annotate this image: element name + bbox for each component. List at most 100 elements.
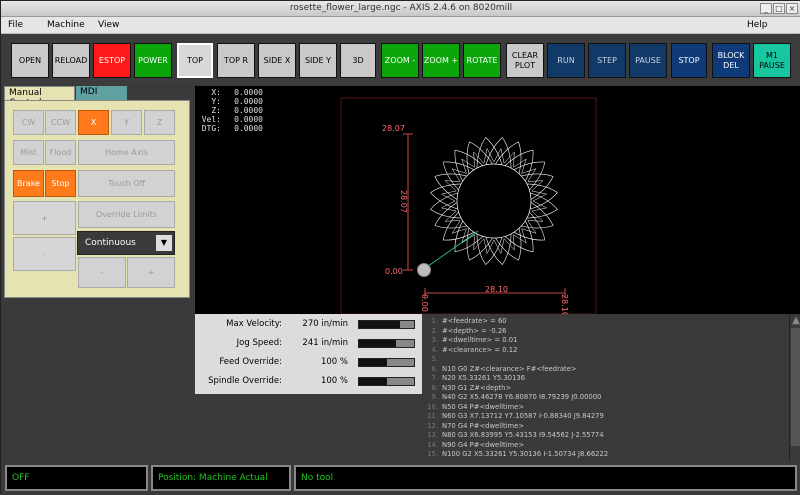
gcode-line-text: N60 G3 X7.13712 Y7.10587 I-0.88340 J9.84… <box>442 412 604 420</box>
gcode-line-text: N80 G3 X6.83995 Y5.43153 I9.54562 J-2.55… <box>442 431 604 439</box>
spindle-stop-button[interactable]: Stop <box>45 170 76 197</box>
toolbar-button-rotate[interactable]: ROTATE <box>463 43 501 78</box>
gcode-line-text: N20 X5.33261 Y5.30136 <box>442 374 526 382</box>
mist-button[interactable]: Mist <box>13 140 44 165</box>
toolbar-button-run[interactable]: RUN <box>547 43 585 78</box>
status-row: Jog Speed: 241 in/min <box>195 334 422 353</box>
gcode-line-number: 15. <box>427 450 438 458</box>
toolbar-button-power[interactable]: POWER <box>134 43 172 78</box>
gcode-line-number: 6. <box>431 364 439 373</box>
gcode-line[interactable]: 1. #<feedrate> = 60 <box>427 317 507 327</box>
toolbar-button-zoom[interactable]: ZOOM + <box>422 43 460 78</box>
status-bar: OFF Position: Machine Actual No tool <box>1 462 800 495</box>
status-label: Max Velocity: <box>226 319 282 329</box>
plot-extents-box <box>340 97 597 314</box>
toolbar-button-side-y[interactable]: SIDE Y <box>299 43 337 78</box>
toolbar-button-estop[interactable]: ESTOP <box>93 43 131 78</box>
status-value: 241 in/min <box>302 338 348 348</box>
spindle-decrease-button[interactable]: - <box>13 237 76 271</box>
toolbar-button-top-r[interactable]: TOP R <box>217 43 255 78</box>
toolbar-button-open[interactable]: OPEN <box>11 43 49 78</box>
gcode-line[interactable]: 13. N80 G3 X6.83995 Y5.43153 I9.54562 J-2… <box>427 431 604 441</box>
toolbar-button-m1-pause[interactable]: M1 PAUSE <box>753 43 791 78</box>
toolbar-button-stop[interactable]: STOP <box>671 43 707 78</box>
gcode-line[interactable]: 15. N100 G2 X5.33261 Y5.30136 I-1.50734 J… <box>427 450 608 460</box>
override-slider[interactable] <box>358 358 415 367</box>
toolbar-button-side-x[interactable]: SIDE X <box>258 43 296 78</box>
toolbar-button-clear-plot[interactable]: CLEAR PLOT <box>506 43 544 78</box>
axis-y-button[interactable]: Y <box>111 110 142 135</box>
tab-manual-control[interactable]: Manual Control <box>4 86 75 108</box>
gcode-line[interactable]: 5. <box>427 355 442 365</box>
touch-off-button[interactable]: Touch Off <box>78 170 175 197</box>
gcode-line-number: 12. <box>427 421 438 430</box>
toolbar: OPEN RELOAD ESTOP POWER TOP TOP R SIDE X SIDE Y… <box>1 35 800 85</box>
gcode-line[interactable]: 14. N90 G4 P#<dwelltime> <box>427 441 524 451</box>
toolbar-button-reload[interactable]: RELOAD <box>52 43 90 78</box>
gcode-line[interactable]: 4. #<clearance> = 0.12 <box>427 346 518 356</box>
gcode-line-text: #<dwelltime> = 0.01 <box>442 336 518 344</box>
toolpath-canvas: 28.07 28.07 0.00 0.00 28.10 28.10 <box>340 97 597 314</box>
slider-fill <box>359 378 387 385</box>
home-axis-button[interactable]: Home Axis <box>78 140 175 165</box>
slider-rest <box>386 359 414 366</box>
gcode-line-text: #<feedrate> = 60 <box>442 317 507 325</box>
gcode-line[interactable]: 11. N60 G3 X7.13712 Y7.10587 I-0.88340 J9… <box>427 412 604 422</box>
axis-x-button[interactable]: X <box>78 110 109 135</box>
menu-machine[interactable]: Machine <box>47 20 85 30</box>
toolbar-button-step[interactable]: STEP <box>588 43 626 78</box>
gcode-line[interactable]: 10. N50 G4 P#<dwelltime> <box>427 403 524 413</box>
gcode-line[interactable]: 7. N20 X5.33261 Y5.30136 <box>427 374 526 384</box>
gcode-line[interactable]: 2. #<depth> = -0.26 <box>427 327 507 337</box>
gcode-line[interactable]: 9. N40 G2 X5.46278 Y6.80870 I8.79239 J0.0… <box>427 393 602 403</box>
axis-z-button[interactable]: Z <box>144 110 175 135</box>
override-slider[interactable] <box>358 377 415 386</box>
status-panel: Max Velocity: 270 in/min Jog Speed: 241 in/… <box>195 314 422 394</box>
slider-fill <box>359 359 387 366</box>
menu-file[interactable]: File <box>8 20 23 30</box>
toolbar-button-block-del[interactable]: BLOCK DEL <box>712 43 750 78</box>
gcode-line[interactable]: 12. N70 G4 P#<dwelltime> <box>427 422 524 432</box>
gcode-line[interactable]: 3. #<dwelltime> = 0.01 <box>427 336 518 346</box>
toolbar-button-3d[interactable]: 3D <box>340 43 376 78</box>
gcode-line[interactable]: 6. N10 G0 Z#<clearance> F#<feedrate> <box>427 365 577 375</box>
flood-button[interactable]: Flood <box>45 140 76 165</box>
preview-plot[interactable]: X: 0.0000 Y: 0.0000 Z: 0.0000 Vel: 0.0000 DTG: 0.… <box>195 86 800 314</box>
spindle-cw-button[interactable]: CW <box>13 110 44 135</box>
gcode-line-number: 3. <box>431 336 439 344</box>
minimize-icon[interactable]: _ <box>760 3 772 14</box>
spindle-increase-button[interactable]: + <box>13 201 76 235</box>
brake-button[interactable]: Brake <box>13 170 44 197</box>
origin-y-label: 0.00 <box>385 267 403 276</box>
gcode-line-text: N10 G0 Z#<clearance> F#<feedrate> <box>442 364 577 373</box>
override-slider[interactable] <box>358 339 415 348</box>
scroll-thumb[interactable] <box>791 328 800 446</box>
toolbar-button-top[interactable]: TOP <box>177 43 213 78</box>
spindle-ccw-button[interactable]: CCW <box>45 110 76 135</box>
chevron-down-icon[interactable]: ▼ <box>156 235 172 251</box>
scroll-up-icon[interactable]: ▲ <box>791 315 800 327</box>
close-icon[interactable]: × <box>786 3 798 14</box>
tool-position-marker <box>417 263 431 277</box>
jog-mode-value: Continuous <box>85 238 136 248</box>
gcode-line[interactable]: 8. N30 G1 Z#<depth> <box>427 384 512 394</box>
override-limits-button[interactable]: Override Limits <box>78 201 175 228</box>
tab-mdi[interactable]: MDI <box>76 86 127 100</box>
gcode-line-number: 9. <box>431 393 439 401</box>
gcode-line-text: N90 G4 P#<dwelltime> <box>442 440 525 449</box>
status-value: 270 in/min <box>302 319 348 329</box>
status-label: Feed Override: <box>219 357 282 367</box>
override-slider[interactable] <box>358 320 415 329</box>
toolbar-button-zoom[interactable]: ZOOM - <box>381 43 419 78</box>
slider-rest <box>395 340 414 347</box>
gcode-scrollbar[interactable]: ▲ <box>789 314 800 462</box>
jog-mode-select[interactable]: Continuous ▼ <box>77 231 175 255</box>
gcode-line-number: 5. <box>431 355 439 363</box>
maximize-icon[interactable]: □ <box>773 3 785 14</box>
jog-minus-button[interactable]: - <box>78 257 126 288</box>
menu-view[interactable]: View <box>98 20 119 30</box>
toolbar-button-pause[interactable]: PAUSE <box>629 43 667 78</box>
gcode-listing[interactable]: 1. #<feedrate> = 60 2. #<depth> = -0.26 3. #<… <box>423 314 789 462</box>
menu-help[interactable]: Help <box>747 20 768 30</box>
jog-plus-button[interactable]: + <box>127 257 175 288</box>
